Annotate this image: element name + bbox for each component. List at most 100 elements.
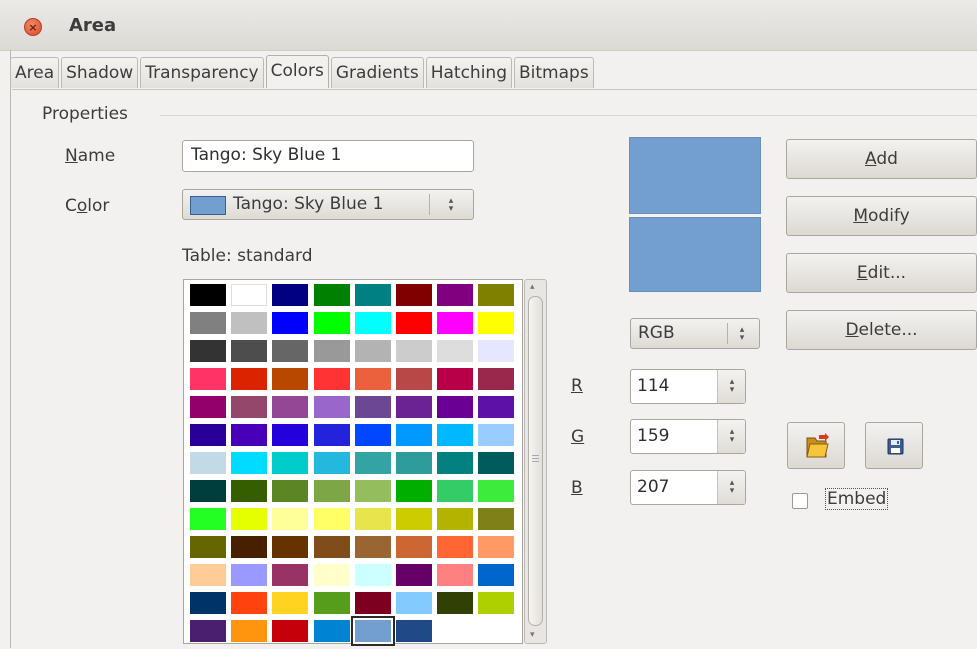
color-cell[interactable] (478, 452, 515, 474)
color-cell[interactable] (313, 284, 350, 306)
color-cell[interactable] (231, 396, 268, 418)
color-cell[interactable] (478, 312, 515, 334)
color-cell[interactable] (354, 424, 391, 446)
color-cell[interactable] (437, 424, 474, 446)
color-cell[interactable] (396, 564, 432, 586)
color-cell[interactable] (190, 424, 226, 446)
color-cell[interactable] (231, 312, 268, 334)
color-cell[interactable] (272, 480, 309, 502)
color-cell[interactable] (231, 508, 268, 530)
color-cell[interactable] (190, 368, 226, 390)
color-cell[interactable] (313, 592, 350, 614)
tab-gradients[interactable]: Gradients (330, 57, 424, 88)
color-cell[interactable] (396, 340, 432, 362)
color-cell[interactable] (272, 312, 309, 334)
color-cell[interactable] (354, 620, 391, 642)
color-cell[interactable] (231, 480, 268, 502)
color-cell[interactable] (396, 452, 432, 474)
color-cell[interactable] (478, 368, 515, 390)
color-cell[interactable] (396, 480, 432, 502)
color-cell[interactable] (231, 452, 268, 474)
color-cell[interactable] (231, 340, 268, 362)
color-cell[interactable] (437, 480, 474, 502)
color-cell[interactable] (190, 312, 226, 334)
color-cell[interactable] (190, 592, 226, 614)
color-cell[interactable] (272, 536, 309, 558)
color-cell[interactable] (231, 536, 268, 558)
tab-colors[interactable]: Colors (265, 55, 329, 88)
color-cell[interactable] (190, 564, 226, 586)
color-cell[interactable] (272, 284, 309, 306)
scroll-down-icon[interactable]: ▾ (530, 630, 535, 640)
color-cell[interactable] (478, 424, 515, 446)
color-cell[interactable] (396, 368, 432, 390)
embed-label[interactable]: Embed (825, 488, 889, 510)
color-cell[interactable] (313, 480, 350, 502)
color-cell[interactable] (437, 368, 474, 390)
color-cell[interactable] (354, 452, 391, 474)
color-cell[interactable] (313, 424, 350, 446)
palette-scrollbar[interactable]: ▴ ▾ (524, 279, 547, 644)
color-cell[interactable] (437, 284, 474, 306)
color-cell[interactable] (354, 508, 391, 530)
color-cell[interactable] (272, 564, 309, 586)
color-cell[interactable] (354, 396, 391, 418)
color-cell[interactable] (437, 536, 474, 558)
color-cell[interactable] (272, 424, 309, 446)
color-cell[interactable] (231, 564, 268, 586)
add-button[interactable]: Add (786, 139, 977, 179)
color-cell[interactable] (478, 536, 515, 558)
color-cell[interactable] (272, 508, 309, 530)
save-color-list-button[interactable] (865, 422, 923, 469)
color-cell[interactable] (478, 340, 515, 362)
tab-shadow[interactable]: Shadow (61, 57, 139, 88)
color-cell[interactable] (478, 592, 515, 614)
color-cell[interactable] (478, 396, 515, 418)
color-cell[interactable] (396, 592, 432, 614)
updown-arrows-icon[interactable]: ▴ ▾ (726, 428, 738, 445)
color-cell[interactable] (354, 592, 391, 614)
color-cell[interactable] (190, 536, 226, 558)
embed-checkbox[interactable] (792, 493, 808, 509)
color-cell[interactable] (354, 340, 391, 362)
color-cell[interactable] (437, 564, 474, 586)
g-stepper[interactable]: ▴ ▾ (717, 420, 745, 453)
color-palette-grid[interactable] (183, 279, 523, 644)
color-cell[interactable] (396, 424, 432, 446)
color-cell[interactable] (272, 592, 309, 614)
color-cell[interactable] (272, 396, 309, 418)
color-cell[interactable] (437, 396, 474, 418)
color-cell[interactable] (190, 480, 226, 502)
delete-button[interactable]: Delete... (786, 310, 977, 350)
color-model-select[interactable]: RGB ▴ ▾ (630, 318, 760, 349)
tab-bitmaps[interactable]: Bitmaps (514, 57, 594, 88)
tab-transparency[interactable]: Transparency (140, 57, 264, 88)
color-cell[interactable] (313, 508, 350, 530)
edit-button[interactable]: Edit... (786, 253, 977, 293)
color-cell[interactable] (313, 452, 350, 474)
tab-area[interactable]: Area (10, 57, 60, 88)
b-spinbox[interactable]: 207 ▴ ▾ (630, 470, 746, 505)
color-cell[interactable] (396, 508, 432, 530)
color-cell[interactable] (437, 452, 474, 474)
color-cell[interactable] (190, 284, 226, 306)
color-cell[interactable] (478, 564, 515, 586)
updown-arrows-icon[interactable]: ▴ ▾ (726, 378, 738, 395)
g-spinbox[interactable]: 159 ▴ ▾ (630, 419, 746, 454)
color-cell[interactable] (437, 592, 474, 614)
b-stepper[interactable]: ▴ ▾ (717, 471, 745, 504)
color-cell[interactable] (272, 620, 309, 642)
color-cell[interactable] (313, 564, 350, 586)
color-cell[interactable] (190, 508, 226, 530)
color-cell[interactable] (313, 340, 350, 362)
color-cell[interactable] (231, 592, 268, 614)
color-cell[interactable] (313, 536, 350, 558)
color-cell[interactable] (231, 620, 268, 642)
color-cell[interactable] (437, 340, 474, 362)
color-cell[interactable] (190, 396, 226, 418)
r-spinbox[interactable]: 114 ▴ ▾ (630, 369, 746, 404)
scrollbar-thumb[interactable] (528, 296, 543, 626)
color-cell[interactable] (190, 452, 226, 474)
load-color-list-button[interactable] (787, 422, 845, 469)
name-input[interactable]: Tango: Sky Blue 1 (182, 140, 474, 172)
